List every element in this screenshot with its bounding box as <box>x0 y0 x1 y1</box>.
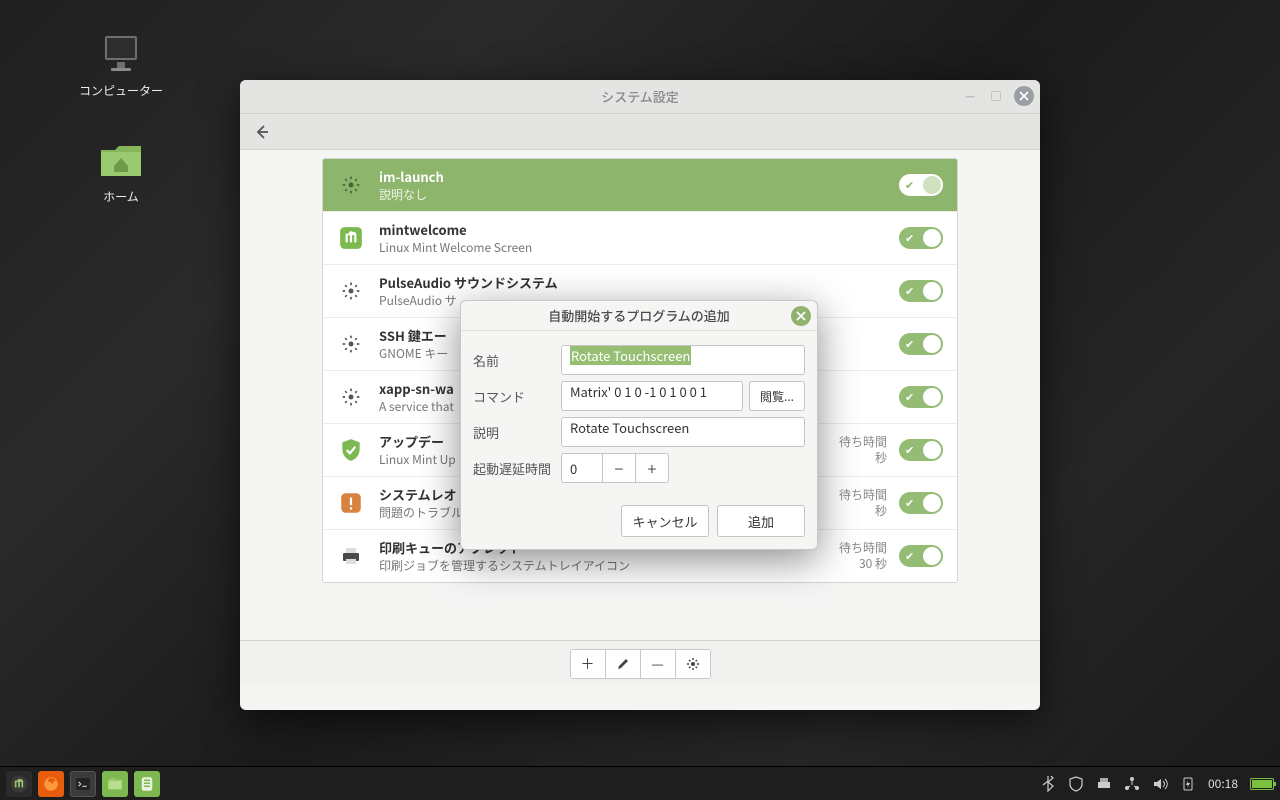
mint-icon <box>337 224 365 252</box>
back-button[interactable] <box>250 120 274 144</box>
footer-toolbar: ＋ — <box>240 640 1040 687</box>
arrow-left-icon <box>253 123 271 141</box>
taskbar-terminal[interactable] <box>70 771 96 797</box>
alert-icon <box>337 489 365 517</box>
name-input[interactable]: Rotate Touchscreen <box>561 345 805 375</box>
breadcrumb-bar <box>240 114 1040 150</box>
close-button[interactable] <box>1014 86 1034 106</box>
cancel-button[interactable]: キャンセル <box>621 505 709 537</box>
delay-input[interactable]: 0 <box>561 453 603 483</box>
add-startup-dialog: 自動開始するプログラムの追加 名前 Rotate Touchscreen コマン… <box>460 300 818 550</box>
close-icon <box>796 311 806 321</box>
pencil-icon <box>616 657 630 671</box>
startup-toggle[interactable]: ✔ <box>899 492 943 514</box>
maximize-button[interactable]: □ <box>988 88 1004 104</box>
desktop-icon-home[interactable]: ホーム <box>66 136 176 205</box>
command-input[interactable]: Matrix' 0 1 0 -1 0 1 0 0 1 <box>561 381 743 411</box>
desktop-icon-label: コンピューター <box>66 82 176 99</box>
clock[interactable]: 00:18 <box>1208 775 1238 792</box>
gear-icon <box>337 330 365 358</box>
browse-button[interactable]: 閲覧... <box>749 381 805 411</box>
add-button[interactable]: ＋ <box>570 649 606 679</box>
shield-icon <box>337 436 365 464</box>
home-folder-icon <box>97 136 145 184</box>
shield-tray-icon[interactable] <box>1068 776 1084 792</box>
startup-wait: 待ち時間 秒 <box>827 434 887 465</box>
gear-run-icon <box>686 657 700 671</box>
name-label: 名前 <box>473 351 561 370</box>
network-icon[interactable] <box>1124 776 1140 792</box>
startup-desc: 印刷ジョブを管理するシステムトレイアイコン <box>379 557 827 574</box>
gear-icon <box>337 383 365 411</box>
dialog-title: 自動開始するプログラムの追加 <box>548 306 730 325</box>
delay-decrease-button[interactable]: − <box>602 453 636 483</box>
startup-toggle[interactable]: ✔ <box>899 439 943 461</box>
command-label: コマンド <box>473 387 561 406</box>
volume-icon[interactable] <box>1152 776 1168 792</box>
battery-indicator[interactable] <box>1250 778 1274 790</box>
startup-toggle[interactable]: ✔ <box>899 545 943 567</box>
desc-input[interactable]: Rotate Touchscreen <box>561 417 805 447</box>
bluetooth-icon[interactable] <box>1040 776 1056 792</box>
firefox-icon <box>42 775 60 793</box>
startup-toggle[interactable]: ✔ <box>899 386 943 408</box>
delay-label: 起動遅延時間 <box>473 459 561 478</box>
add-confirm-button[interactable]: 追加 <box>717 505 805 537</box>
titlebar[interactable]: システム設定 — □ <box>240 80 1040 114</box>
taskbar-firefox[interactable] <box>38 771 64 797</box>
printer-icon <box>337 542 365 570</box>
startup-wait: 待ち時間 秒 <box>827 487 887 518</box>
startup-row-mintwelcome[interactable]: mintwelcome Linux Mint Welcome Screen ✔ <box>323 212 957 265</box>
taskbar-files[interactable] <box>102 771 128 797</box>
remove-button[interactable]: — <box>640 649 676 679</box>
startup-title: PulseAudio サウンドシステム <box>379 273 899 292</box>
delay-increase-button[interactable]: + <box>635 453 669 483</box>
gear-icon <box>337 171 365 199</box>
dialog-titlebar[interactable]: 自動開始するプログラムの追加 <box>461 301 817 331</box>
window-title: システム設定 <box>601 87 679 106</box>
startup-desc: 説明なし <box>379 186 899 203</box>
startup-title: im-launch <box>379 167 899 186</box>
computer-icon <box>97 30 145 78</box>
files-icon <box>106 775 124 793</box>
terminal-icon <box>74 775 92 793</box>
startup-toggle[interactable]: ✔ <box>899 333 943 355</box>
taskbar-settings[interactable] <box>134 771 160 797</box>
startup-desc: Linux Mint Welcome Screen <box>379 239 899 256</box>
power-icon[interactable] <box>1180 776 1196 792</box>
dialog-close-button[interactable] <box>791 306 811 326</box>
desc-label: 説明 <box>473 423 561 442</box>
close-icon <box>1019 91 1029 101</box>
startup-wait: 待ち時間 30 秒 <box>827 540 887 571</box>
startup-title: mintwelcome <box>379 220 899 239</box>
mint-menu-icon <box>9 774 29 794</box>
settings-panel-icon <box>138 775 156 793</box>
gear-icon <box>337 277 365 305</box>
menu-button[interactable] <box>6 771 32 797</box>
run-button[interactable] <box>675 649 711 679</box>
desktop-icon-label: ホーム <box>66 188 176 205</box>
startup-toggle[interactable]: ✔ <box>899 174 943 196</box>
startup-toggle[interactable]: ✔ <box>899 227 943 249</box>
edit-button[interactable] <box>605 649 641 679</box>
taskbar[interactable]: 00:18 <box>0 766 1280 800</box>
startup-row-im-launch[interactable]: im-launch 説明なし ✔ <box>323 159 957 212</box>
printer-tray-icon[interactable] <box>1096 776 1112 792</box>
minimize-button[interactable]: — <box>962 88 978 104</box>
desktop-icon-computer[interactable]: コンピューター <box>66 30 176 99</box>
startup-toggle[interactable]: ✔ <box>899 280 943 302</box>
